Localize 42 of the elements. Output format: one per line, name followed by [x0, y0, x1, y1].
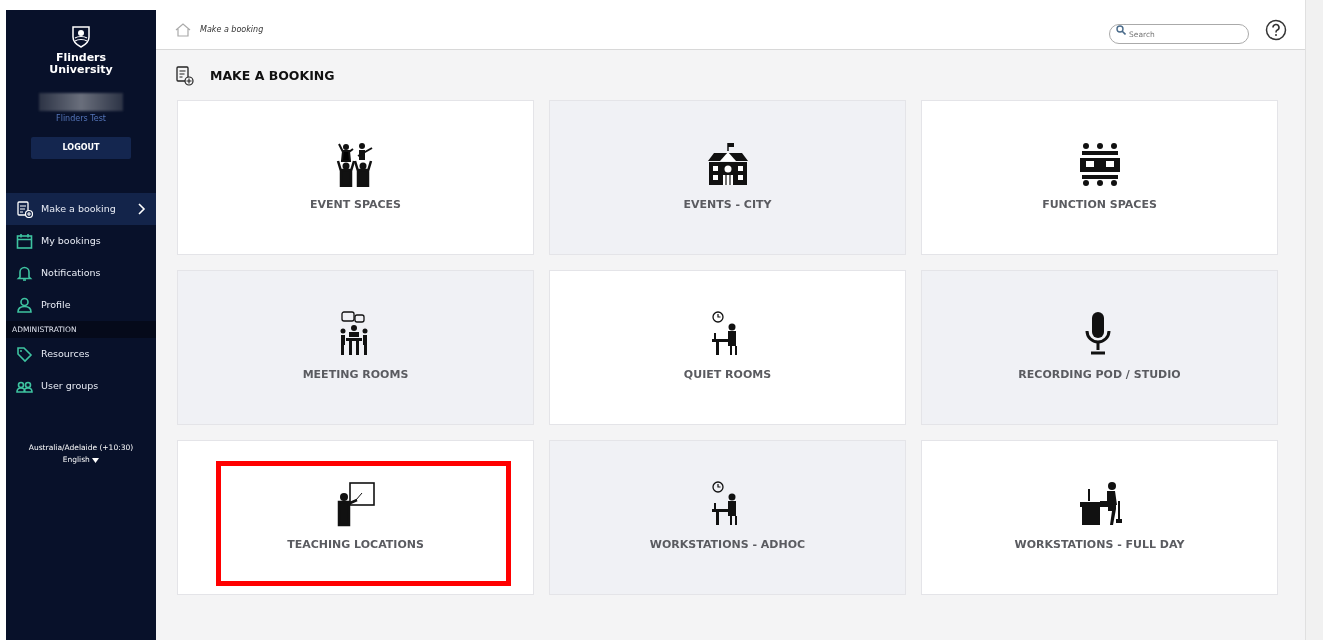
sidebar-item[interactable]: Profile: [6, 289, 156, 322]
bell-icon: [16, 264, 33, 282]
document-plus-icon: [16, 200, 33, 218]
tile-label: MEETING ROOMS: [302, 367, 409, 384]
booking-tile[interactable]: TEACHING LOCATIONS: [177, 440, 534, 595]
booking-tile[interactable]: MEETING ROOMS: [177, 270, 534, 425]
person-icon: [16, 296, 33, 314]
sidebar-item[interactable]: User groups: [6, 370, 156, 403]
logout-button[interactable]: LOGOUT: [31, 137, 131, 160]
booking-tile[interactable]: EVENTS - CITY: [549, 100, 906, 255]
home-icon: [174, 22, 192, 37]
tile-label: WORKSTATIONS - ADHOC: [649, 537, 806, 554]
tile-label: QUIET ROOMS: [683, 367, 772, 384]
search-icon: [1116, 24, 1126, 35]
tile-label: WORKSTATIONS - FULL DAY: [1014, 537, 1185, 554]
shield-logo-icon: [72, 26, 90, 48]
tile-label: EVENT SPACES: [309, 197, 402, 214]
chevron-right-icon: [138, 203, 146, 216]
tile-label: EVENTS - CITY: [683, 197, 772, 214]
booking-tile[interactable]: QUIET ROOMS: [549, 270, 906, 425]
sidebar-item[interactable]: Make a booking: [6, 193, 156, 226]
tag-icon: [16, 345, 33, 363]
tile-label: RECORDING POD / STUDIO: [1018, 367, 1181, 384]
caret-down-icon: [92, 457, 100, 463]
help-icon[interactable]: [1265, 18, 1287, 41]
calendar-icon: [16, 232, 33, 250]
breadcrumb-link[interactable]: Make a booking: [200, 23, 264, 36]
sidebar-item[interactable]: My bookings: [6, 225, 156, 258]
booking-tile[interactable]: WORKSTATIONS - FULL DAY: [921, 440, 1278, 595]
page-title: MAKE A BOOKING: [210, 66, 335, 85]
sidebar-item[interactable]: Notifications: [6, 257, 156, 290]
booking-tile[interactable]: WORKSTATIONS - ADHOC: [549, 440, 906, 595]
booking-tile[interactable]: FUNCTION SPACES: [921, 100, 1278, 255]
document-plus-icon: [176, 66, 194, 86]
tile-label: TEACHING LOCATIONS: [287, 537, 424, 554]
booking-tile[interactable]: RECORDING POD / STUDIO: [921, 270, 1278, 425]
user-name: Flinders Test: [56, 113, 106, 126]
university-name: Flinders University: [49, 52, 113, 76]
sidebar-item[interactable]: Resources: [6, 338, 156, 371]
booking-tile[interactable]: EVENT SPACES: [177, 100, 534, 255]
tile-label: FUNCTION SPACES: [1042, 197, 1157, 214]
scrollbar[interactable]: [1305, 0, 1323, 640]
